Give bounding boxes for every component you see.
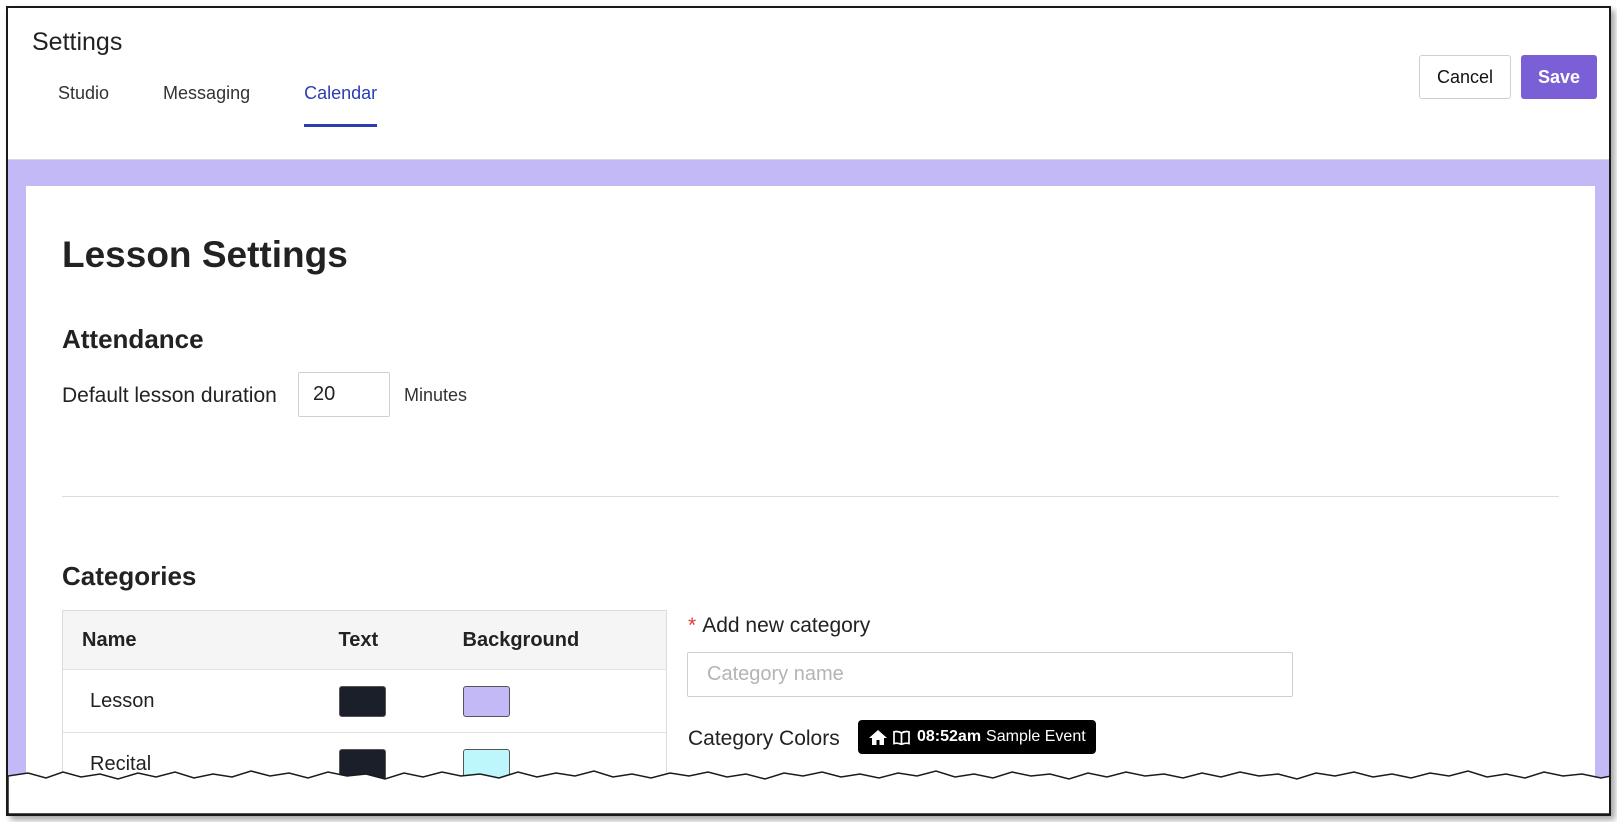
add-category-label: * Add new category [688,614,870,638]
categories-title: Categories [62,561,197,591]
content-background: Lesson Settings Attendance Default lesso… [8,160,1609,814]
table-row[interactable]: Lesson [62,669,667,733]
category-name: Lesson [62,669,339,733]
tab-messaging[interactable]: Messaging [163,83,250,124]
settings-header: Settings Studio Messaging Calendar Cance… [8,8,1609,160]
sample-event-preview: 08:52am Sample Event [858,720,1096,754]
home-icon [868,729,888,746]
duration-label: Default lesson duration [62,384,277,407]
column-header-name: Name [62,610,339,670]
text-color-swatch[interactable] [338,685,386,717]
background-color-swatch[interactable] [462,685,510,717]
page-title: Settings [32,28,123,56]
column-header-background: Background [462,610,667,670]
column-header-text: Text [338,610,463,670]
duration-unit: Minutes [404,385,468,405]
attendance-title: Attendance [62,324,204,354]
event-time: 08:52am [917,728,982,745]
add-category-text: Add new category [702,614,871,637]
tab-calendar[interactable]: Calendar [304,83,378,127]
save-button[interactable]: Save [1521,55,1597,99]
category-name-input[interactable] [687,652,1293,697]
settings-window: Settings Studio Messaging Calendar Cance… [6,6,1611,816]
required-mark: * [688,614,697,637]
cancel-button[interactable]: Cancel [1419,55,1511,99]
tab-studio[interactable]: Studio [58,83,109,124]
event-title: Sample Event [986,728,1086,745]
duration-input[interactable] [298,372,390,417]
book-icon [893,730,910,745]
table-header-row: Name Text Background [62,610,667,670]
section-divider [62,496,1559,497]
settings-tabs: Studio Messaging Calendar [58,83,431,127]
lesson-settings-card: Lesson Settings Attendance Default lesso… [26,186,1595,814]
torn-edge [8,770,1609,814]
category-colors-label: Category Colors [688,727,840,750]
lesson-settings-heading: Lesson Settings [62,234,348,275]
